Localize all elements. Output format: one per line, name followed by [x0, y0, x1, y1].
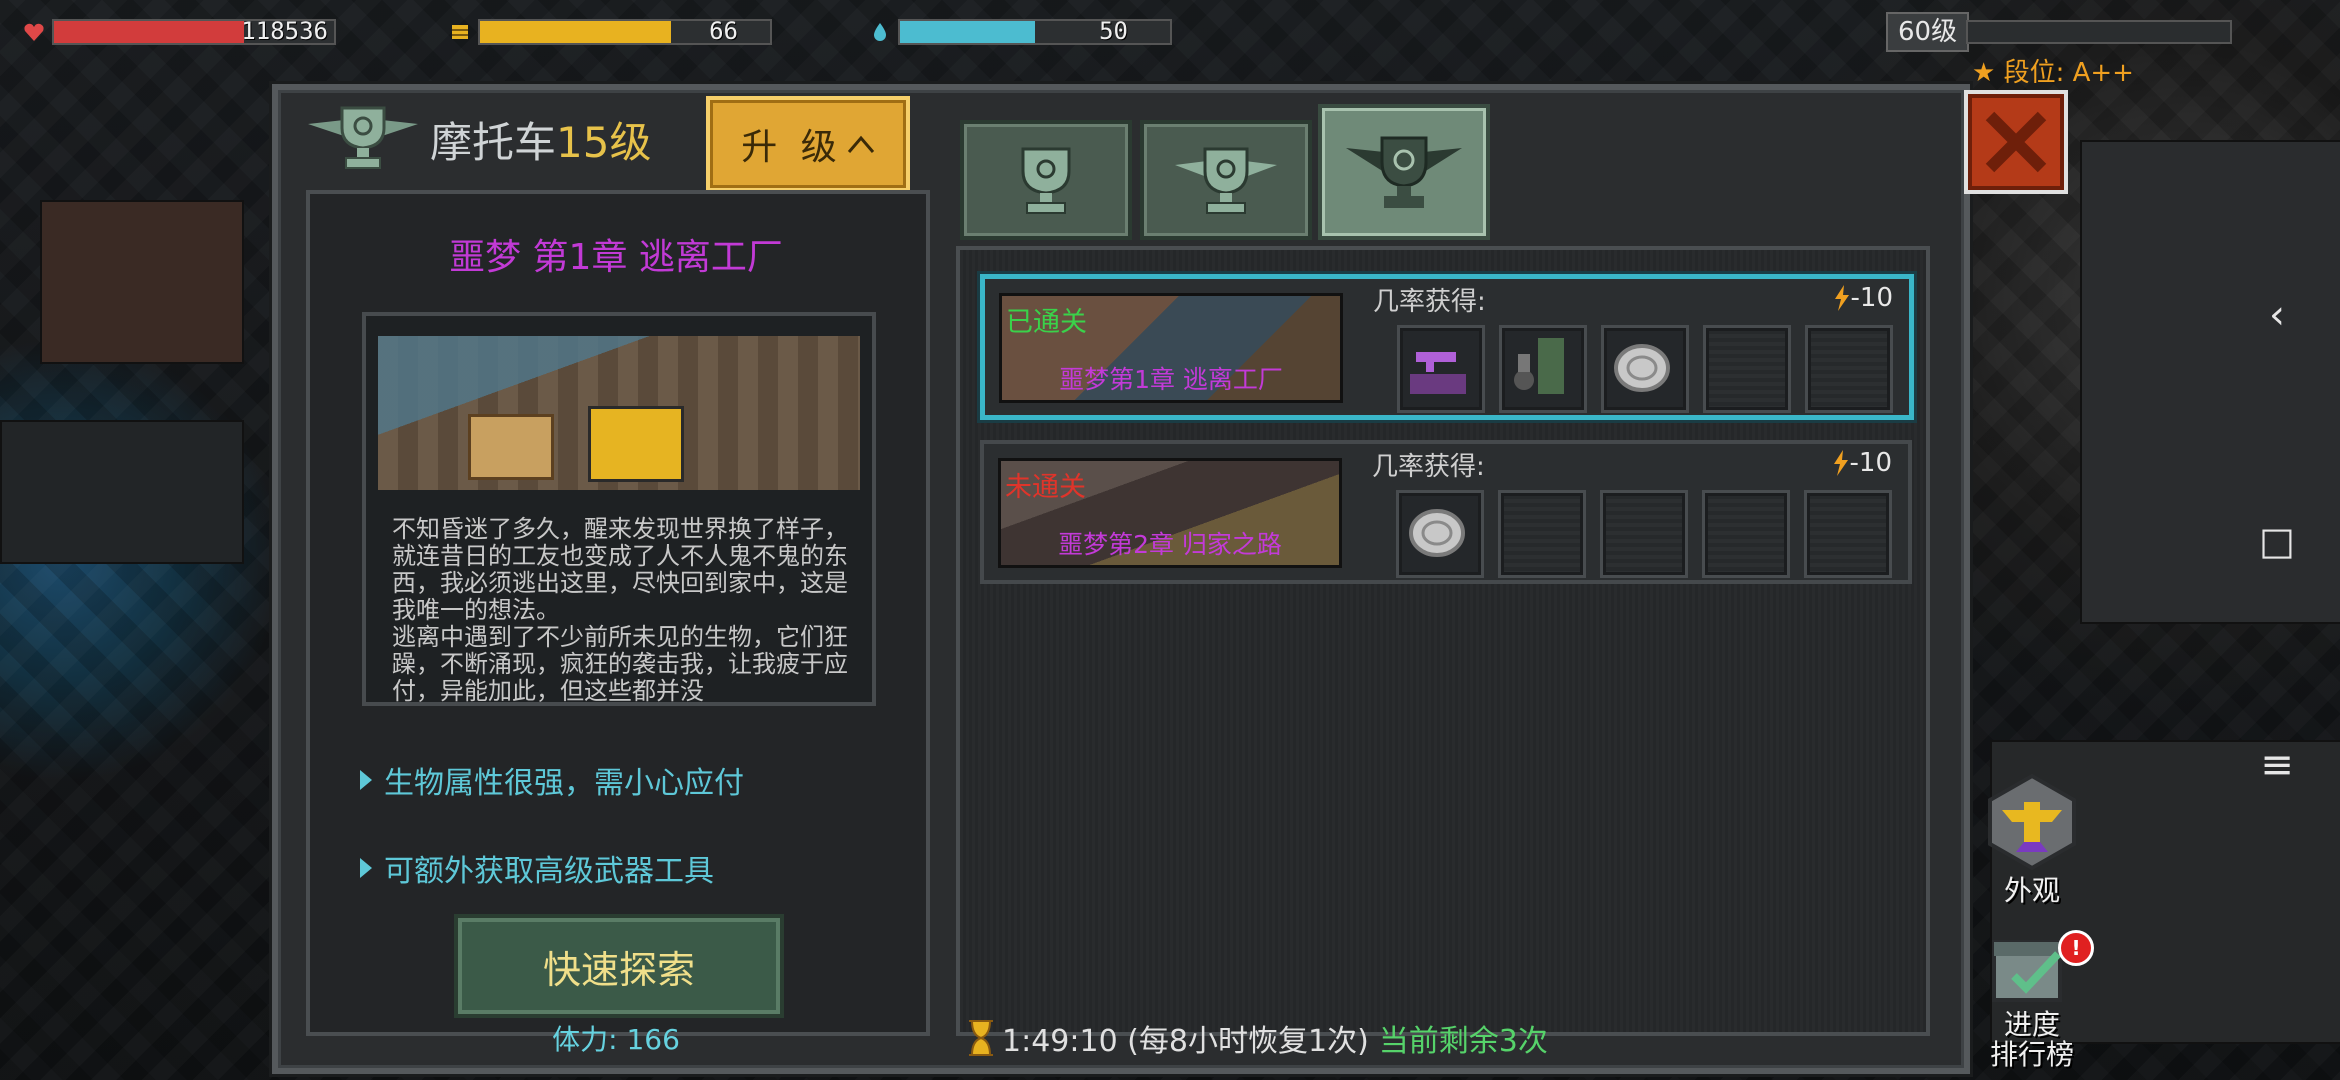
water-value: 50: [1099, 17, 1128, 45]
stage-title: 噩梦 第1章 逃离工厂: [449, 237, 783, 278]
leaderboard-label: 排行榜: [1989, 1038, 2074, 1071]
health-bar-fill: [54, 21, 245, 43]
stage-name: 噩梦第1章 逃离工厂: [1059, 365, 1283, 394]
stage-description: 不知昏迷了多久，醒来发现世界换了样子，就连昔日的工友也变成了人不人鬼不鬼的东西，…: [392, 515, 848, 705]
energy-bar-fill: [480, 21, 672, 43]
close-button[interactable]: [1964, 90, 2068, 194]
appearance-label: 外观: [2003, 874, 2060, 907]
winged-trophy-icon: [308, 106, 418, 169]
quick-explore-button[interactable]: 快速探索: [454, 914, 784, 1018]
stage-status: 已通关: [1006, 307, 1087, 338]
coin-item-icon: [1409, 509, 1465, 557]
hourglass-icon: [969, 1020, 993, 1056]
stage-preview-image: [362, 312, 876, 506]
stage-name: 噩梦第2章 归家之路: [1058, 530, 1282, 559]
reward-slot-empty: [1702, 490, 1790, 578]
remaining-attempts: 当前剩余3次: [1378, 1024, 1548, 1059]
upgrade-label: 升 级: [741, 127, 843, 168]
quick-explore-label: 快速探索: [542, 947, 695, 992]
vehicle-name-text: 摩托车: [430, 117, 557, 167]
food-can-icon: [452, 25, 468, 39]
bg-wall: [0, 420, 244, 564]
stamina-label: 体力: 166: [552, 1023, 680, 1056]
vehicle-level: 15级: [556, 117, 652, 167]
reward-slot[interactable]: [1397, 325, 1485, 413]
stage-description-box[interactable]: 不知昏迷了多久，醒来发现世界换了样子，就连昔日的工友也变成了人不人鬼不鬼的东西，…: [362, 502, 876, 706]
reward-slot[interactable]: [1499, 325, 1587, 413]
winged-trophy-icon: [1175, 147, 1277, 214]
health-stat: 118536: [22, 14, 336, 50]
triangle-bullet-icon: [360, 770, 372, 790]
rank-text: 段位: A++: [2003, 58, 2134, 88]
lightning-icon: [1834, 285, 1849, 311]
drop-chance-label: 几率获得:: [1372, 452, 1485, 482]
tip-text: 生物属性很强，需小心应付: [384, 766, 744, 801]
bg-building-right: [2080, 140, 2340, 624]
progress-leaderboard-button[interactable]: ! 进度 排行榜: [1980, 930, 2094, 1071]
reward-slot-empty: [1804, 490, 1892, 578]
tab-trophy-tier-1[interactable]: [960, 120, 1132, 240]
timer-text: 1:49:10 (每8小时恢复1次): [1002, 1024, 1369, 1059]
reward-slot[interactable]: [1396, 490, 1484, 578]
arrow-up-icon: [847, 135, 874, 153]
coin-item-icon: [1614, 344, 1670, 392]
appearance-icon: [1988, 773, 2076, 871]
player-level: 60级: [1886, 12, 1970, 52]
reward-slot-empty: [1805, 325, 1893, 413]
tab-trophy-tier-3[interactable]: [1318, 104, 1490, 240]
lightning-icon: [1833, 450, 1848, 476]
water-bar: 50: [898, 17, 1172, 45]
reward-slot[interactable]: [1601, 325, 1689, 413]
star-icon: ★: [1972, 58, 2004, 88]
energy-cost: -10: [1833, 283, 1893, 313]
tip-text: 可额外获取高级武器工具: [384, 854, 714, 889]
energy-cost: -10: [1832, 448, 1892, 478]
factory-scene: [378, 336, 860, 490]
stage-status: 未通关: [1005, 472, 1086, 503]
tip-item: 生物属性很强，需小心应付: [360, 758, 744, 802]
stage-row[interactable]: 未通关 噩梦第2章 归家之路 几率获得: -10: [980, 440, 1912, 584]
water-bar-fill: [900, 21, 1035, 43]
stage-thumbnail: 已通关 噩梦第1章 逃离工厂: [999, 293, 1343, 403]
nav-back-icon[interactable]: ‹: [2254, 292, 2300, 338]
armor-item-icon: [1514, 338, 1564, 394]
reward-slot-empty: [1600, 490, 1688, 578]
close-icon: [1985, 111, 2047, 173]
triangle-bullet-icon: [360, 858, 372, 878]
refresh-timer: 1:49:10 (每8小时恢复1次) 当前剩余3次: [966, 1016, 1548, 1060]
water-stat: 50: [868, 14, 1172, 50]
drop-chance-label: 几率获得:: [1373, 287, 1486, 317]
stage-thumbnail: 未通关 噩梦第2章 归家之路: [998, 458, 1342, 568]
nav-menu-icon[interactable]: ≡: [2254, 742, 2300, 788]
energy-bar: 66: [478, 17, 772, 45]
vehicle-header: 摩托车15级: [304, 96, 651, 182]
nav-home-icon[interactable]: □: [2254, 518, 2300, 564]
health-value: 118536: [241, 17, 328, 45]
tip-item: 可额外获取高级武器工具: [360, 846, 714, 890]
pistol-item-icon: [1410, 352, 1466, 394]
stage-row[interactable]: 已通关 噩梦第1章 逃离工厂 几率获得: -10: [980, 274, 1914, 420]
vehicle-name: 摩托车15级: [430, 109, 651, 170]
notification-badge: !: [2058, 930, 2094, 966]
rank-label: ★ 段位: A++: [1972, 52, 2134, 89]
water-drop-icon: [874, 23, 886, 41]
reward-slot-empty: [1498, 490, 1586, 578]
energy-cost-value: -10: [1850, 283, 1893, 313]
level-progress-bar: [1966, 20, 2232, 44]
heart-icon: [24, 23, 44, 41]
energy-value: 66: [709, 17, 738, 45]
energy-cost-value: -10: [1849, 448, 1892, 478]
winged-trophy-large-icon: [1346, 136, 1462, 208]
health-bar: 118536: [52, 17, 336, 45]
bg-gramophone-building: [40, 200, 244, 364]
trophy-icon: [1021, 147, 1071, 214]
energy-stat: 66: [448, 14, 772, 50]
appearance-button[interactable]: 外观: [1980, 772, 2084, 906]
progress-label: 进度: [2003, 1008, 2060, 1041]
upgrade-button[interactable]: 升 级: [706, 96, 910, 192]
reward-slot-empty: [1703, 325, 1791, 413]
forklift: [588, 406, 684, 482]
crates: [468, 414, 554, 480]
tab-trophy-tier-2[interactable]: [1140, 120, 1312, 240]
